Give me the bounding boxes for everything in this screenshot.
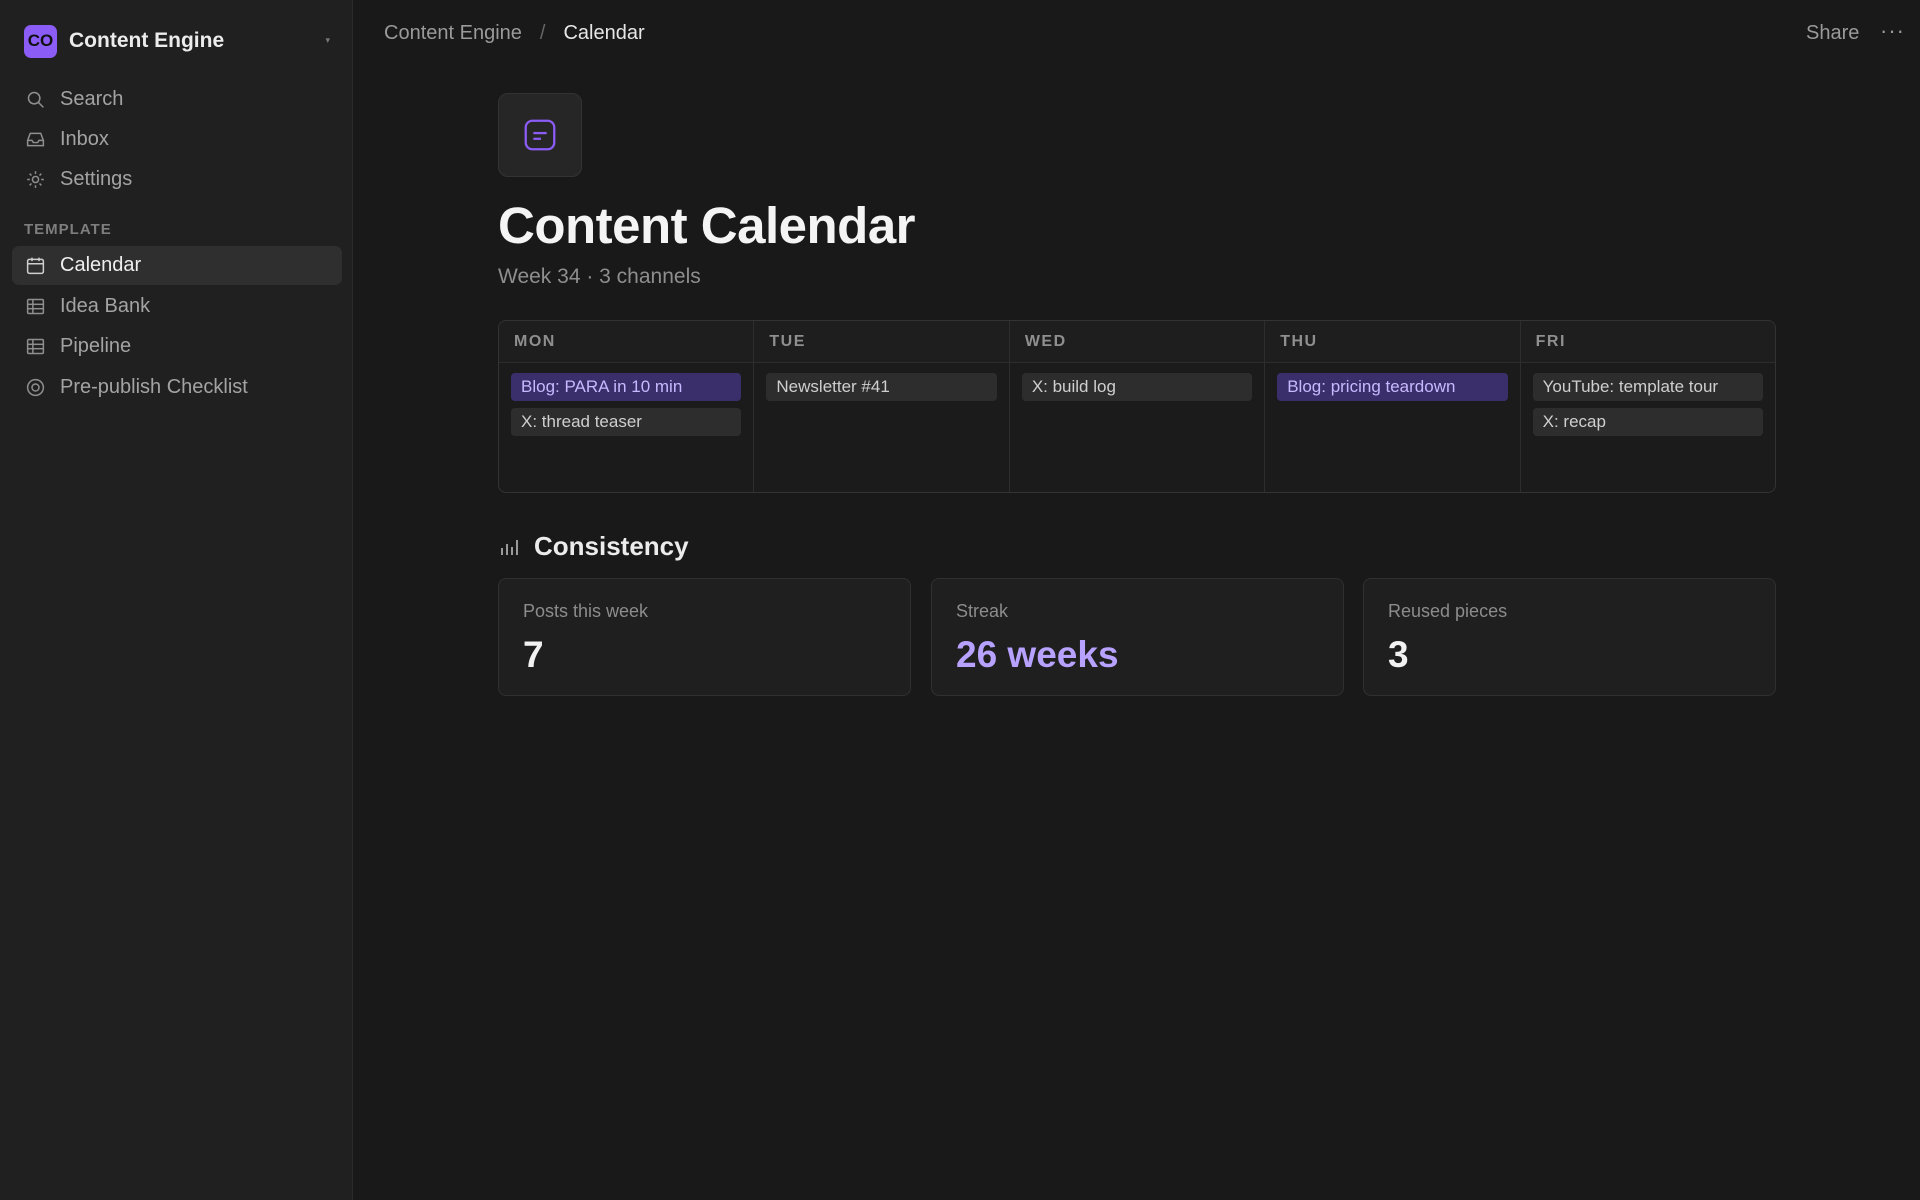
calendar-grid: MON Blog: PARA in 10 min X: thread tease…	[498, 320, 1776, 493]
sidebar-item-calendar[interactable]: Calendar	[12, 246, 342, 285]
stat-card-reused: Reused pieces 3	[1363, 578, 1776, 696]
stat-value: 3	[1388, 634, 1409, 675]
sidebar-item-search[interactable]: Search	[12, 80, 342, 119]
day-header: MON	[499, 321, 754, 363]
stat-label: Streak	[956, 601, 1009, 621]
chevron-down-icon[interactable]: ▾	[325, 35, 330, 46]
calendar-icon	[24, 255, 46, 277]
sidebar-item-pipeline[interactable]: Pipeline	[12, 327, 342, 366]
sidebar-item-inbox[interactable]: Inbox	[12, 120, 342, 159]
calendar-entry[interactable]: X: thread teaser	[511, 408, 742, 436]
calendar-entry[interactable]: Blog: pricing teardown	[1277, 373, 1508, 401]
breadcrumb: Content Engine / Calendar	[384, 22, 645, 45]
workspace-name: Content Engine	[69, 29, 225, 52]
bar-chart-icon	[501, 539, 518, 555]
sidebar-section-label: TEMPLATE	[24, 221, 112, 238]
calendar-entry[interactable]: X: recap	[1532, 408, 1764, 436]
sidebar-item-label: Settings	[60, 168, 133, 190]
sidebar-item-settings[interactable]: Settings	[12, 160, 342, 199]
calendar-day-wed: WED X: build log	[1009, 321, 1266, 492]
sidebar-item-label: Calendar	[60, 254, 142, 276]
stat-card-streak: Streak 26 weeks	[931, 578, 1344, 696]
consistency-header: Consistency	[498, 531, 689, 562]
workspace-logo: CO	[24, 24, 57, 58]
sidebar-item-label: Pre-publish Checklist	[60, 376, 248, 398]
table-icon	[24, 296, 46, 318]
page-subtitle: Week 34 · 3 channels	[498, 265, 701, 288]
share-button[interactable]: Share	[1806, 22, 1859, 45]
target-icon	[24, 377, 46, 399]
gear-icon	[24, 169, 46, 191]
breadcrumb-current[interactable]: Calendar	[563, 22, 644, 45]
search-icon	[24, 89, 46, 111]
sidebar: CO Content Engine ▾ Search Inbox Setting…	[0, 0, 353, 1200]
calendar-day-mon: MON Blog: PARA in 10 min X: thread tease…	[499, 321, 755, 492]
calendar-day-tue: TUE Newsletter #41	[754, 321, 1010, 492]
stat-value: 26 weeks	[956, 634, 1119, 675]
table-icon	[24, 336, 46, 358]
sidebar-item-label: Inbox	[60, 128, 109, 150]
page-title: Content Calendar	[498, 197, 916, 254]
calendar-entry[interactable]: Blog: PARA in 10 min	[511, 373, 742, 401]
more-options-icon[interactable]: ···	[1880, 18, 1905, 44]
day-header: THU	[1265, 321, 1520, 363]
stat-value: 7	[523, 634, 544, 675]
sidebar-item-label: Pipeline	[60, 335, 132, 357]
sidebar-item-label: Idea Bank	[60, 295, 151, 317]
calendar-day-fri: FRI YouTube: template tour X: recap	[1520, 321, 1775, 492]
day-header: WED	[1009, 321, 1265, 363]
calendar-entry[interactable]: Newsletter #41	[766, 373, 997, 401]
day-header: FRI	[1520, 321, 1775, 363]
stat-label: Reused pieces	[1388, 601, 1508, 621]
stat-label: Posts this week	[523, 601, 649, 621]
breadcrumb-separator: /	[539, 22, 546, 44]
sidebar-item-label: Search	[60, 88, 124, 110]
stat-card-posts: Posts this week 7	[498, 578, 911, 696]
workspace-switcher[interactable]: CO Content Engine ▾	[12, 22, 342, 60]
day-header: TUE	[754, 321, 1009, 363]
sidebar-item-pre-publish-checklist[interactable]: Pre-publish Checklist	[12, 368, 342, 407]
document-icon[interactable]	[498, 93, 582, 177]
calendar-entry[interactable]: YouTube: template tour	[1532, 373, 1764, 401]
inbox-icon	[24, 129, 46, 151]
sidebar-item-idea-bank[interactable]: Idea Bank	[12, 287, 342, 326]
consistency-title: Consistency	[534, 531, 689, 561]
breadcrumb-root[interactable]: Content Engine	[384, 22, 522, 45]
calendar-entry[interactable]: X: build log	[1021, 373, 1253, 401]
calendar-day-thu: THU Blog: pricing teardown	[1265, 321, 1521, 492]
